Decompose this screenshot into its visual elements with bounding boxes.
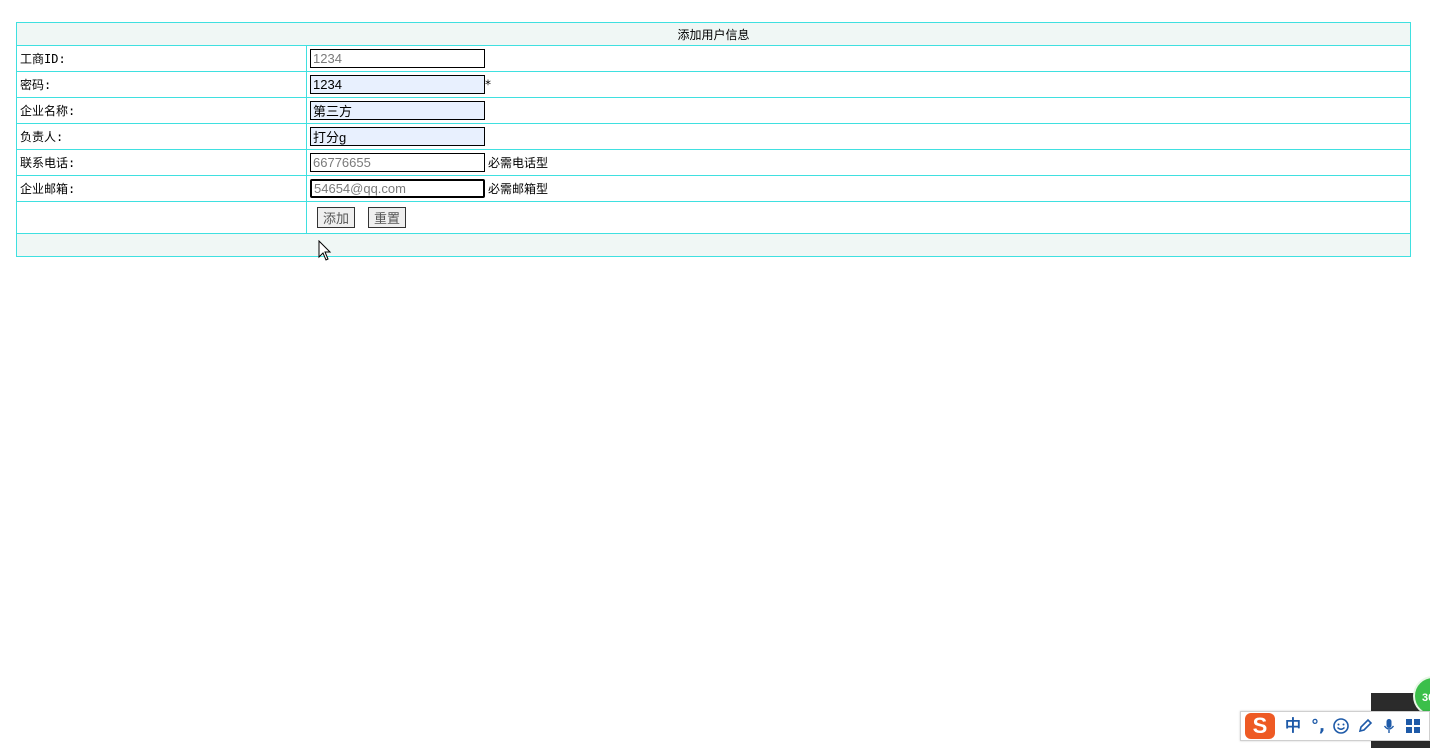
password-label: 密码:	[20, 78, 52, 92]
ime-logo-icon[interactable]: S	[1245, 713, 1275, 739]
phone-hint: 必需电话型	[488, 156, 549, 170]
business-id-label: 工商ID:	[20, 52, 66, 66]
add-user-form: 添加用户信息 工商ID: 密码: * 企业名称: 负责人: 联系电话: 必需电话…	[16, 22, 1411, 257]
form-row-phone: 联系电话: 必需电话型	[16, 149, 1411, 176]
phone-label: 联系电话:	[20, 156, 76, 170]
required-mark: *	[485, 77, 491, 92]
mouse-pointer-icon	[318, 240, 332, 261]
ime-toolbar: S 中 °,	[1240, 711, 1430, 741]
email-input[interactable]	[310, 179, 485, 198]
form-footer-row	[16, 233, 1411, 257]
email-hint: 必需邮箱型	[488, 182, 549, 196]
emoji-icon[interactable]	[1333, 718, 1349, 734]
form-row-email: 企业邮箱: 必需邮箱型	[16, 175, 1411, 202]
business-id-input[interactable]	[310, 49, 485, 68]
contact-person-input[interactable]	[310, 127, 485, 146]
ime-punctuation-toggle[interactable]: °,	[1311, 712, 1325, 740]
form-header-row: 添加用户信息	[16, 22, 1411, 46]
password-input[interactable]	[310, 75, 485, 94]
contact-person-label: 负责人:	[20, 130, 64, 144]
form-button-row: 添加 重置	[16, 201, 1411, 234]
company-name-input[interactable]	[310, 101, 485, 120]
phone-input[interactable]	[310, 153, 485, 172]
form-row-contact-person: 负责人:	[16, 123, 1411, 150]
email-label: 企业邮箱:	[20, 182, 76, 196]
ime-mode-toggle[interactable]: 中	[1285, 712, 1301, 740]
company-name-label: 企业名称:	[20, 104, 76, 118]
form-title: 添加用户信息	[16, 22, 1411, 46]
form-row-business-id: 工商ID:	[16, 45, 1411, 72]
form-row-password: 密码: *	[16, 71, 1411, 98]
pen-icon[interactable]	[1357, 718, 1373, 734]
form-row-company-name: 企业名称:	[16, 97, 1411, 124]
microphone-icon[interactable]	[1381, 718, 1397, 734]
add-button[interactable]: 添加	[317, 207, 356, 228]
reset-button[interactable]: 重置	[368, 207, 407, 228]
grid-icon[interactable]	[1405, 718, 1421, 734]
